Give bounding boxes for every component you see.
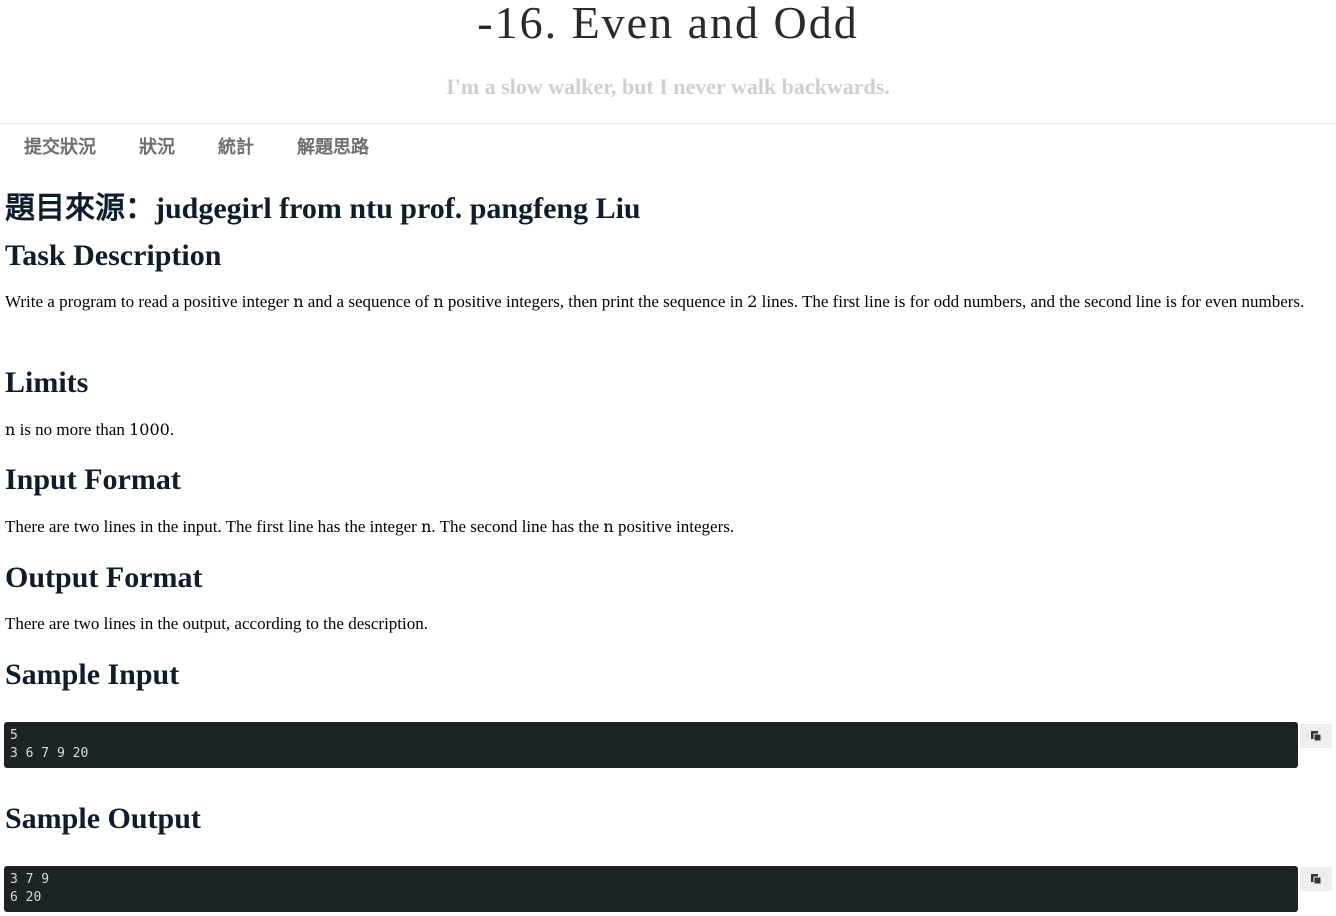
task-description-section: Task Description <box>5 233 221 279</box>
limits-heading: Limits <box>5 366 89 399</box>
sample-output-section: Sample Output <box>5 796 201 842</box>
sample-input-code[interactable]: 5 3 6 7 9 20 <box>4 722 1298 768</box>
copy-sample-output-button[interactable] <box>1300 867 1332 891</box>
tab-nav: 提交狀況 狀況 統計 解題思路 <box>0 124 412 170</box>
site-subtitle: I'm a slow walker, but I never walk back… <box>446 74 890 99</box>
num-1000: 1000 <box>129 420 170 439</box>
limits-text: n is no more than 1000. <box>5 420 175 439</box>
task-description-text: Write a program to read a positive integ… <box>5 292 1305 311</box>
input-format-section: Input Format <box>5 457 181 503</box>
copy-icon <box>1311 874 1322 885</box>
output-format-section: Output Format <box>5 555 203 601</box>
var-n: n <box>603 517 614 536</box>
var-n: n <box>293 292 304 311</box>
copy-icon <box>1311 731 1322 742</box>
var-n: n <box>433 292 444 311</box>
sample-output-code[interactable]: 3 7 9 6 20 <box>4 866 1298 912</box>
problem-source-heading: 題目來源：judgegirl from ntu prof. pangfeng L… <box>5 192 641 225</box>
sample-input-heading: Sample Input <box>5 658 180 691</box>
sample-input-section: Sample Input <box>5 652 179 698</box>
tab-status[interactable]: 狀況 <box>139 124 175 170</box>
tab-solution-ideas[interactable]: 解題思路 <box>297 124 369 170</box>
input-format-text: There are two lines in the input. The fi… <box>5 517 735 536</box>
output-format-heading: Output Format <box>5 561 203 594</box>
input-format-heading: Input Format <box>5 463 181 496</box>
var-n: n <box>421 517 432 536</box>
page-title: -16. Even and Odd <box>477 0 859 48</box>
num-2: 2 <box>747 292 758 311</box>
task-description-heading: Task Description <box>5 239 222 272</box>
site-header: -16. Even and Odd I'm a slow walker, but… <box>0 0 1336 124</box>
output-format-text: There are two lines in the output, accor… <box>5 614 428 633</box>
tab-statistics[interactable]: 統計 <box>218 124 254 170</box>
var-n: n <box>5 420 16 439</box>
tab-submission-status[interactable]: 提交狀況 <box>24 124 96 170</box>
sample-output-heading: Sample Output <box>5 802 201 835</box>
copy-sample-input-button[interactable] <box>1300 724 1332 748</box>
limits-section: Limits <box>5 360 88 406</box>
